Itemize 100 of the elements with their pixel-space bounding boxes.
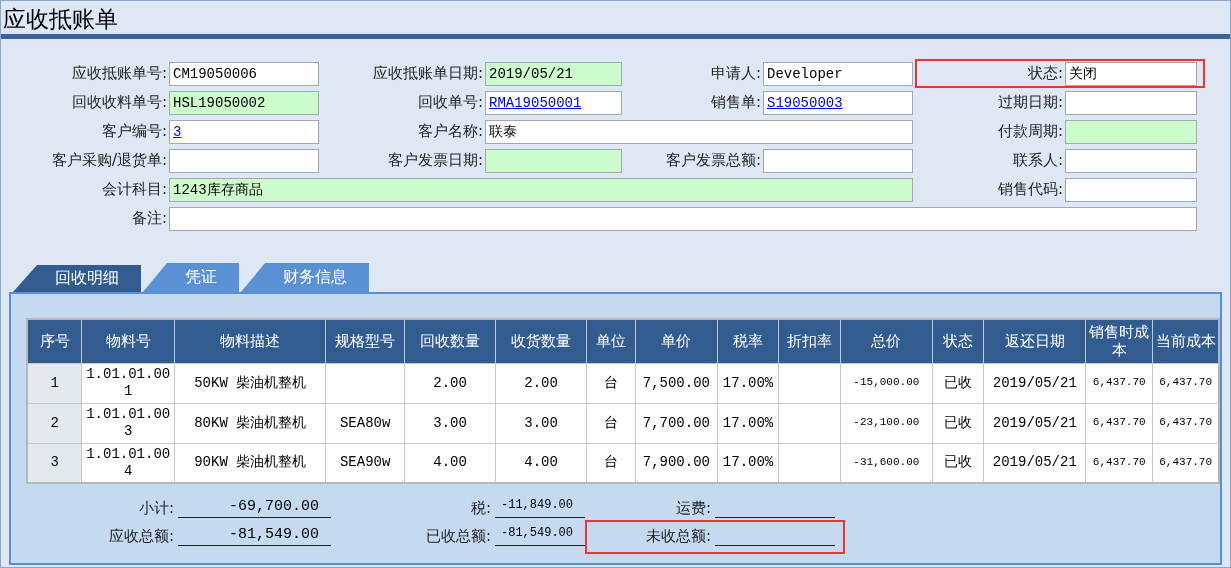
table-cell: 6,437.70	[1152, 443, 1219, 483]
field-label: 客户发票日期:	[386, 151, 484, 170]
column-header: 回收数量	[404, 319, 496, 363]
input-field[interactable]	[1065, 90, 1197, 115]
input-field[interactable]: 关闭	[1065, 61, 1197, 86]
input-field[interactable]: 3	[169, 119, 319, 144]
table-cell: 1.01.01.004	[81, 443, 175, 483]
table-cell: 80KW 柴油机整机	[174, 403, 326, 443]
table-cell: 2	[27, 403, 82, 443]
table-cell: 7,900.00	[635, 443, 718, 483]
table-cell: 1.01.01.001	[81, 363, 175, 403]
column-header: 单位	[586, 319, 636, 363]
field-label: 销售单:	[709, 93, 762, 112]
column-header: 物料号	[81, 319, 175, 363]
input-field[interactable]: HSL19050002	[169, 90, 319, 115]
table-cell: 2.00	[404, 363, 496, 403]
column-header: 物料描述	[174, 319, 326, 363]
total-value: -11,849.00	[495, 498, 585, 518]
table-cell: 1.01.01.003	[81, 403, 175, 443]
total-label: 运费:	[674, 499, 712, 518]
input-field[interactable]: 1243库存商品	[169, 177, 913, 202]
input-field[interactable]: CM19050006	[169, 61, 319, 86]
input-field[interactable]	[1065, 148, 1197, 173]
tab[interactable]: 回收明细	[13, 265, 141, 292]
column-header: 规格型号	[326, 319, 405, 363]
input-field[interactable]	[169, 148, 319, 173]
table-cell: SEA80w	[326, 403, 405, 443]
column-header: 返还日期	[983, 319, 1086, 363]
table-cell: 已收	[932, 403, 984, 443]
field-label: 备注:	[130, 209, 168, 228]
field-label: 销售代码:	[996, 180, 1064, 199]
field-link[interactable]: RMA19050001	[489, 94, 582, 111]
field-label: 应收抵账单号:	[70, 64, 168, 83]
table-cell: 90KW 柴油机整机	[174, 443, 326, 483]
table-cell	[778, 363, 841, 403]
table-cell: 7,500.00	[635, 363, 718, 403]
table-cell: -15,000.00	[840, 363, 933, 403]
input-field[interactable]	[485, 148, 622, 173]
table-cell: 1	[27, 363, 82, 403]
field-label: 客户编号:	[100, 122, 168, 141]
table-cell: 17.00%	[717, 403, 779, 443]
input-field[interactable]	[1065, 119, 1197, 144]
table-cell: 已收	[932, 363, 984, 403]
table-cell: 3.00	[495, 403, 587, 443]
column-header: 状态	[932, 319, 984, 363]
table-cell: 50KW 柴油机整机	[174, 363, 326, 403]
total-label: 未收总额:	[644, 527, 712, 546]
field-label: 过期日期:	[996, 93, 1064, 112]
table-cell: 台	[586, 403, 636, 443]
total-label: 应收总额:	[107, 527, 175, 546]
total-label: 小计:	[137, 499, 175, 518]
table-cell: SEA90w	[326, 443, 405, 483]
field-label: 联系人:	[1011, 151, 1064, 170]
total-label: 税:	[469, 499, 492, 518]
table-cell: 台	[586, 363, 636, 403]
field-link[interactable]: 3	[173, 123, 182, 140]
field-label: 应收抵账单日期:	[371, 64, 484, 83]
column-header: 税率	[717, 319, 779, 363]
table-cell: 4.00	[404, 443, 496, 483]
window-title: 应收抵账单	[2, 5, 119, 34]
input-field[interactable]	[169, 206, 1197, 231]
input-field[interactable]: 联泰	[485, 119, 913, 144]
column-header: 收货数量	[495, 319, 587, 363]
table-cell: 6,437.70	[1152, 363, 1219, 403]
input-field[interactable]: S19050003	[763, 90, 913, 115]
table-cell: 已收	[932, 443, 984, 483]
column-header: 销售时成本	[1085, 319, 1153, 363]
table-cell: 2.00	[495, 363, 587, 403]
table-cell	[778, 403, 841, 443]
table-cell: 2019/05/21	[983, 403, 1086, 443]
field-label: 申请人:	[709, 64, 762, 83]
table-cell: 4.00	[495, 443, 587, 483]
input-field[interactable]	[1065, 177, 1197, 202]
field-label: 客户发票总额:	[664, 151, 762, 170]
field-label: 会计科目:	[100, 180, 168, 199]
table-cell: 6,437.70	[1152, 403, 1219, 443]
table-cell: 3.00	[404, 403, 496, 443]
table-cell	[778, 443, 841, 483]
table-cell: 17.00%	[717, 363, 779, 403]
table-cell: 17.00%	[717, 443, 779, 483]
total-value: -81,549.00	[178, 526, 331, 546]
field-label: 回收单号:	[416, 93, 484, 112]
field-label: 付款周期:	[996, 122, 1064, 141]
table-cell: 台	[586, 443, 636, 483]
field-label: 回收收料单号:	[70, 93, 168, 112]
column-header: 总价	[840, 319, 933, 363]
total-label: 已收总额:	[424, 527, 492, 546]
input-field[interactable]: Developer	[763, 61, 913, 86]
input-field[interactable]: RMA19050001	[485, 90, 622, 115]
table-cell: 6,437.70	[1085, 363, 1153, 403]
column-header: 当前成本	[1152, 319, 1219, 363]
field-label: 状态:	[1026, 64, 1064, 83]
input-field[interactable]: 2019/05/21	[485, 61, 622, 86]
input-field[interactable]	[763, 148, 913, 173]
column-header: 折扣率	[778, 319, 841, 363]
column-header: 单价	[635, 319, 718, 363]
column-header: 序号	[27, 319, 82, 363]
table-cell: 2019/05/21	[983, 443, 1086, 483]
field-link[interactable]: S19050003	[767, 94, 843, 111]
table-cell: 7,700.00	[635, 403, 718, 443]
